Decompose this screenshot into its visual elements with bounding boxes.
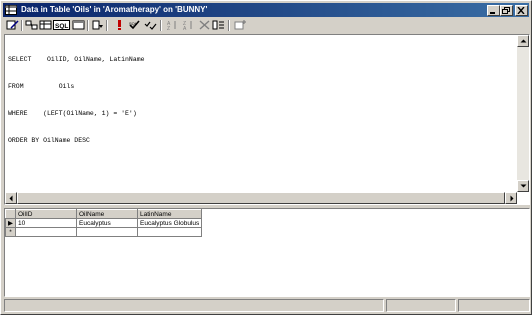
results-pane[interactable]: OilID OilName LatinName ▶ 10 Eucalyptus …	[4, 208, 530, 297]
results-grid[interactable]: OilID OilName LatinName ▶ 10 Eucalyptus …	[5, 209, 203, 237]
status-cell	[386, 299, 456, 312]
group-by-icon	[212, 20, 224, 30]
design-icon	[6, 20, 19, 30]
sort-descending-button[interactable]: Z A	[182, 19, 195, 31]
arrow-down-icon	[520, 184, 527, 188]
sql-vertical-scrollbar[interactable]	[517, 35, 529, 192]
table-icon	[5, 5, 17, 15]
sql-pane[interactable]: SELECT OilID, OilName, LatinName FROM Oi…	[4, 34, 530, 205]
scroll-left-button[interactable]	[5, 192, 17, 204]
grid-cell[interactable]: Eucalyptus Globulus	[136, 218, 203, 228]
sql-line: FROM Oils	[8, 83, 75, 90]
toolbar-separator	[87, 20, 89, 31]
group-by-button[interactable]	[212, 19, 225, 31]
restore-button[interactable]	[500, 5, 513, 16]
scroll-right-button[interactable]	[505, 192, 517, 204]
grid-pane-icon	[39, 20, 52, 30]
row-selector-header[interactable]	[5, 209, 16, 219]
scroll-thumb[interactable]	[17, 192, 505, 204]
toolbar-separator	[21, 20, 23, 31]
change-type-icon	[92, 20, 103, 30]
status-bar	[4, 299, 530, 313]
sort-ascending-icon: A Z	[167, 21, 176, 31]
run-icon	[118, 20, 121, 30]
remove-filter-button[interactable]	[198, 19, 211, 31]
results-pane-icon	[72, 20, 85, 30]
verify-sql-icon: SQL	[129, 20, 140, 30]
current-row-indicator[interactable]: ▶	[5, 218, 16, 228]
arrow-left-icon	[9, 195, 13, 202]
sql-line: WHERE (LEFT(OilName, 1) = 'E')	[8, 110, 137, 117]
toolbar: SQL SQL A Z Z A	[3, 18, 529, 33]
sql-editor[interactable]: SELECT OilID, OilName, LatinName FROM Oi…	[8, 37, 145, 163]
minimize-icon	[490, 12, 495, 14]
show-grid-button[interactable]	[39, 19, 52, 31]
toolbar-separator	[106, 20, 108, 31]
hidden-verify-button[interactable]	[144, 19, 157, 31]
window-title: Data in Table 'Oils' in 'Aromatherapy' o…	[21, 5, 208, 14]
scroll-up-button[interactable]	[517, 35, 529, 47]
show-sql-button[interactable]: SQL	[53, 19, 70, 31]
scroll-down-button[interactable]	[517, 180, 529, 192]
change-type-button[interactable]	[91, 19, 104, 31]
toolbar-separator	[228, 20, 230, 31]
arrow-right-icon	[510, 195, 514, 202]
column-header-latinname[interactable]: LatinName	[136, 209, 203, 219]
grid-cell[interactable]: Eucalyptus	[76, 218, 138, 228]
minimize-button[interactable]	[487, 5, 500, 16]
sql-pane-icon: SQL	[53, 20, 70, 30]
svg-text:SQL: SQL	[129, 21, 138, 26]
new-row[interactable]: *	[5, 227, 203, 237]
restore-icon	[502, 7, 510, 14]
grid-cell[interactable]	[136, 227, 203, 237]
column-header-oilid[interactable]: OilID	[15, 209, 77, 219]
sql-horizontal-scrollbar[interactable]	[5, 192, 517, 204]
diagram-pane-icon	[25, 20, 38, 30]
new-row-indicator[interactable]: *	[5, 227, 16, 237]
add-table-icon	[234, 20, 246, 30]
show-diagram-button[interactable]	[25, 19, 38, 31]
run-button[interactable]	[113, 19, 126, 31]
sql-button-label: SQL	[55, 23, 68, 30]
title-bar[interactable]: Data in Table 'Oils' in 'Aromatherapy' o…	[3, 3, 529, 17]
toolbar-separator	[160, 20, 162, 31]
sql-line: SELECT OilID, OilName, LatinName	[8, 56, 145, 63]
grid-header-row: OilID OilName LatinName	[5, 209, 203, 219]
grid-cell[interactable]	[15, 227, 77, 237]
sql-line: ORDER BY OilName DESC	[8, 137, 90, 144]
arrow-up-icon	[520, 39, 527, 43]
close-icon	[517, 7, 525, 14]
close-button[interactable]	[515, 5, 528, 16]
svg-text:A: A	[183, 26, 187, 31]
design-button[interactable]	[6, 19, 19, 31]
table-row[interactable]: ▶ 10 Eucalyptus Eucalyptus Globulus	[5, 218, 203, 228]
grid-cell[interactable]	[76, 227, 138, 237]
svg-text:Z: Z	[167, 26, 170, 31]
add-table-button[interactable]	[234, 19, 247, 31]
sort-descending-icon: Z A	[183, 21, 192, 31]
remove-filter-icon	[199, 20, 210, 30]
grid-cell[interactable]: 10	[15, 218, 77, 228]
status-cell	[4, 299, 384, 312]
status-cell	[458, 299, 530, 312]
show-results-button[interactable]	[72, 19, 85, 31]
column-header-oilname[interactable]: OilName	[76, 209, 138, 219]
sort-ascending-button[interactable]: A Z	[166, 19, 179, 31]
query-window: Data in Table 'Oils' in 'Aromatherapy' o…	[0, 0, 532, 315]
verify-sql-button[interactable]: SQL	[128, 19, 141, 31]
checkmarks-icon	[144, 21, 157, 30]
